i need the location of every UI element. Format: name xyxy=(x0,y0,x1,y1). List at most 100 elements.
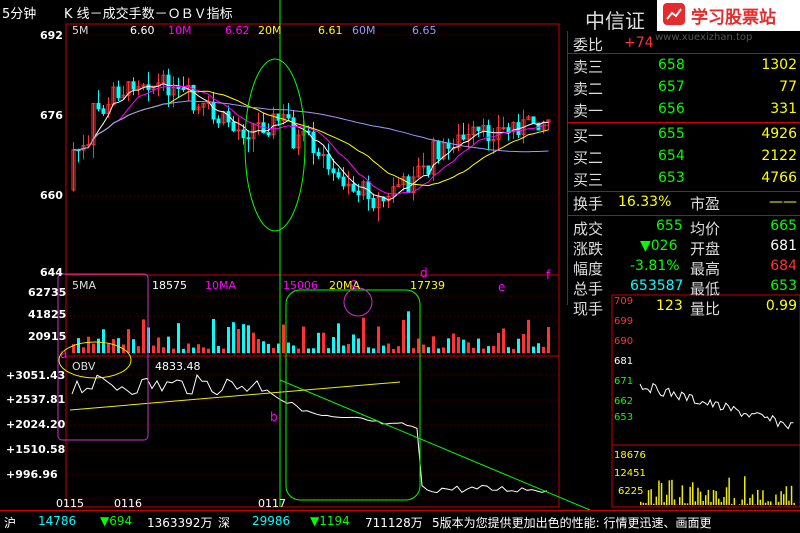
volume-bar xyxy=(292,345,295,353)
volume-bar xyxy=(257,339,260,353)
mini-vol-bar xyxy=(705,495,707,505)
value-20m: 6.61 xyxy=(318,24,343,37)
volume-bar xyxy=(332,337,335,353)
sz-amount: 711128万 xyxy=(365,514,423,531)
mini-volume-bars xyxy=(640,476,795,505)
mini-vol-bar xyxy=(744,476,746,505)
mini-vol-bar xyxy=(739,504,741,505)
volume-bar xyxy=(467,342,470,353)
volume-bar xyxy=(537,343,540,353)
volume-bar xyxy=(527,320,530,353)
mini-vol-bar xyxy=(747,504,749,505)
buy-row-1[interactable]: 买一 655 4926 xyxy=(568,124,800,146)
mini-vol-bar xyxy=(734,498,736,505)
mini-vol-bar xyxy=(731,504,733,505)
candle-body xyxy=(462,135,465,139)
mini-vol-bar xyxy=(663,502,665,505)
mini-vol-bar xyxy=(741,500,743,505)
volume-bar xyxy=(522,334,525,353)
mini-vol-bar xyxy=(710,502,712,505)
sz-label: 深 xyxy=(218,514,230,531)
volume-bar xyxy=(97,339,100,353)
mini-vol-bar xyxy=(778,502,780,505)
mini-vol-bar xyxy=(650,489,652,505)
volume-bar xyxy=(247,325,250,353)
volume-bar xyxy=(87,337,90,353)
mini-vol-bar xyxy=(788,501,790,505)
legend-20m: 20M xyxy=(258,24,282,37)
candle-body xyxy=(357,191,360,195)
annotation-box-b xyxy=(286,290,420,500)
mini-vol-bar xyxy=(682,485,684,505)
volume-bar xyxy=(237,329,240,353)
vol-label-41825: 41825 xyxy=(28,308,66,321)
vol-label-20915: 20915 xyxy=(28,330,66,343)
sell-row-3[interactable]: 卖三 658 1302 xyxy=(568,55,800,77)
annotation-f: f xyxy=(546,268,550,282)
sell-row-1[interactable]: 卖一 656 331 xyxy=(568,99,800,121)
mini-vol-bar xyxy=(669,480,671,505)
candle-body xyxy=(422,166,425,167)
legend-10m: 10M xyxy=(168,24,192,37)
ma-line-60 xyxy=(74,101,549,152)
value-10ma: 15006 xyxy=(283,279,318,292)
site-logo[interactable]: 学习股票站 xyxy=(657,0,800,31)
mini-vol-bar xyxy=(687,503,689,505)
volume-bar xyxy=(367,347,370,353)
mini-price-1: 699 xyxy=(614,316,633,327)
candle-body xyxy=(322,155,325,156)
news-ticker[interactable]: 5版本为您提供更加出色的性能: 行情更迅速、画面更 xyxy=(432,514,712,531)
mini-vol-1: 12451 xyxy=(614,468,646,479)
candle-body xyxy=(267,133,270,135)
candle-body xyxy=(507,128,510,132)
volume-bar xyxy=(437,348,440,353)
sh-label: 沪 xyxy=(4,514,16,531)
volume-bar xyxy=(137,346,140,353)
buy-row-3[interactable]: 买三 653 4766 xyxy=(568,168,800,190)
sell-row-2[interactable]: 卖二 657 77 xyxy=(568,77,800,99)
annotation-e: e xyxy=(498,280,505,294)
candle-body xyxy=(237,130,240,131)
mini-vol-bar xyxy=(679,497,681,505)
volume-bar xyxy=(82,347,85,353)
sh-change: ▼694 xyxy=(100,514,132,528)
volume-bar xyxy=(357,338,360,353)
mini-vol-bar xyxy=(643,503,645,505)
y-label-692: 692 xyxy=(40,29,63,42)
candle-body xyxy=(372,198,375,207)
obv-label-2: +2024.20 xyxy=(6,418,65,431)
volume-bars xyxy=(72,311,550,353)
trend-up-icon xyxy=(663,3,685,25)
candle-body xyxy=(352,184,355,191)
mini-price-5: 662 xyxy=(614,396,633,407)
candle-body xyxy=(342,177,345,186)
mini-price-0: 709 xyxy=(614,296,633,307)
mini-price-6: 653 xyxy=(614,412,633,423)
volume-bar xyxy=(397,346,400,353)
volume-bar xyxy=(107,344,110,353)
volume-bar xyxy=(307,348,310,353)
mini-vol-bar xyxy=(723,497,725,505)
volume-bar xyxy=(392,349,395,353)
volume-bar xyxy=(127,329,130,353)
mini-vol-bar xyxy=(728,478,730,505)
mini-intraday-line xyxy=(640,384,793,429)
mini-vol-bar xyxy=(775,495,777,505)
turnover-row: 换手 16.33% 市盈 —— xyxy=(568,192,800,214)
mini-vol-bar xyxy=(767,501,769,505)
volume-bar xyxy=(267,344,270,353)
value-5m: 6.60 xyxy=(130,24,155,37)
mini-vol-bar xyxy=(656,497,658,505)
mini-price-3: 681 xyxy=(614,356,633,367)
candlestick-series xyxy=(72,69,550,222)
mini-price-line xyxy=(640,384,793,429)
mini-vol-bar xyxy=(715,491,717,505)
mini-vol-bar xyxy=(791,486,793,505)
value-20ma: 17739 xyxy=(410,279,445,292)
candle-body xyxy=(327,155,330,169)
mini-vol-bar xyxy=(718,499,720,505)
x-label-0116: 0116 xyxy=(114,497,142,510)
buy-row-2[interactable]: 买二 654 2122 xyxy=(568,146,800,168)
mini-vol-bar xyxy=(783,494,785,505)
volume-bar xyxy=(362,318,365,353)
